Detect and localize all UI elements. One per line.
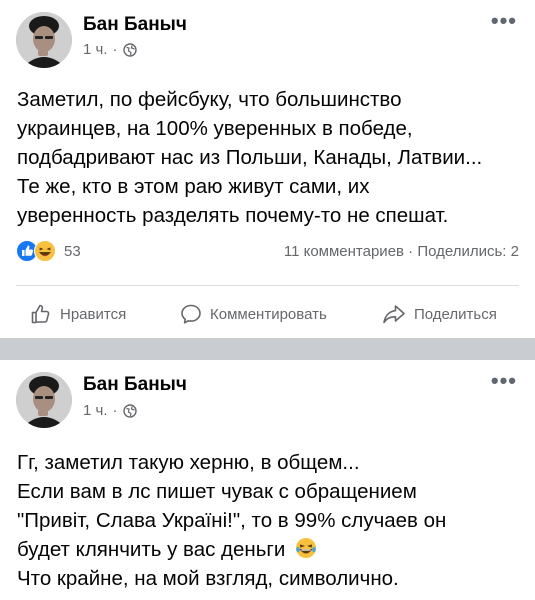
author-name[interactable]: Бан Баныч	[83, 14, 187, 36]
stats-separator: ·	[408, 243, 414, 260]
post-text-line: Заметил, по фейсбуку, что большинство	[17, 88, 402, 111]
post-text-line: украинцев, на 100% уверенных в победе,	[17, 117, 413, 140]
actions-divider	[16, 285, 519, 286]
meta-separator: ·	[112, 41, 118, 58]
post-text-line: подбадривают нас из Польши, Канады, Латв…	[17, 146, 483, 169]
laughing-tears-emoji-icon	[296, 538, 317, 558]
comment-bubble-icon	[181, 304, 201, 324]
post-time[interactable]: 1 ч.	[83, 41, 108, 58]
post-text-line: будет клянчить у вас деньги	[17, 538, 286, 561]
meta-separator: ·	[112, 402, 118, 419]
post-card: Бан Баныч 1 ч. · ••• Заметил, по фейсбук…	[0, 0, 535, 338]
engagement-stats: 11 комментариев · Поделились: 2	[284, 243, 519, 260]
comment-button[interactable]: Комментировать	[180, 296, 327, 332]
reactions-bar: 53 11 комментариев · Поделились: 2	[16, 240, 519, 266]
more-dots-icon[interactable]: •••	[491, 370, 517, 392]
avatar[interactable]	[16, 372, 72, 428]
comment-label: Комментировать	[210, 305, 327, 323]
post-text-line: Те же, кто в этом раю живут сами, их	[17, 175, 370, 198]
post-text: Гг, заметил такую херню, в общем... Если…	[17, 448, 521, 593]
feed-divider	[0, 338, 535, 360]
author-name[interactable]: Бан Баныч	[83, 374, 187, 396]
share-label: Поделиться	[414, 305, 497, 323]
comments-count[interactable]: 11 комментариев	[284, 243, 404, 260]
post-text-line: Гг, заметил такую херню, в общем...	[17, 451, 360, 474]
share-button[interactable]: Поделиться	[382, 296, 497, 332]
post-card: Бан Баныч 1 ч. · ••• Гг, заметил такую х…	[0, 360, 535, 600]
like-button[interactable]: Нравится	[30, 296, 126, 332]
more-dots-icon[interactable]: •••	[491, 10, 517, 32]
reaction-count: 53	[64, 242, 81, 260]
post-meta: 1 ч. ·	[83, 41, 137, 58]
post-text-line: Если вам в лс пишет чувак с обращением	[17, 480, 417, 503]
post-meta: 1 ч. ·	[83, 402, 137, 419]
like-label: Нравится	[60, 305, 127, 323]
reactions-summary[interactable]: 53	[16, 240, 81, 262]
avatar[interactable]	[16, 12, 72, 68]
post-text-line-with-emoji: будет клянчить у вас деньги	[17, 535, 521, 564]
post-text-line: Что крайне, на мой взгляд, символично.	[17, 567, 399, 590]
post-text: Заметил, по фейсбуку, что большинство ук…	[17, 85, 521, 230]
laugh-reaction-icon	[34, 240, 56, 262]
post-time[interactable]: 1 ч.	[83, 402, 108, 419]
post-text-line: "Привіт, Слава Україні!", то в 99% случа…	[17, 509, 447, 532]
post-text-line: уверенность разделять почему-то не спеша…	[17, 204, 449, 227]
globe-icon	[122, 42, 137, 57]
share-arrow-icon	[383, 305, 405, 324]
post-actions: Нравится Комментировать Поделиться	[0, 296, 535, 332]
thumbs-up-icon	[31, 304, 50, 324]
globe-icon	[122, 403, 137, 418]
shares-count[interactable]: Поделились: 2	[417, 243, 519, 260]
